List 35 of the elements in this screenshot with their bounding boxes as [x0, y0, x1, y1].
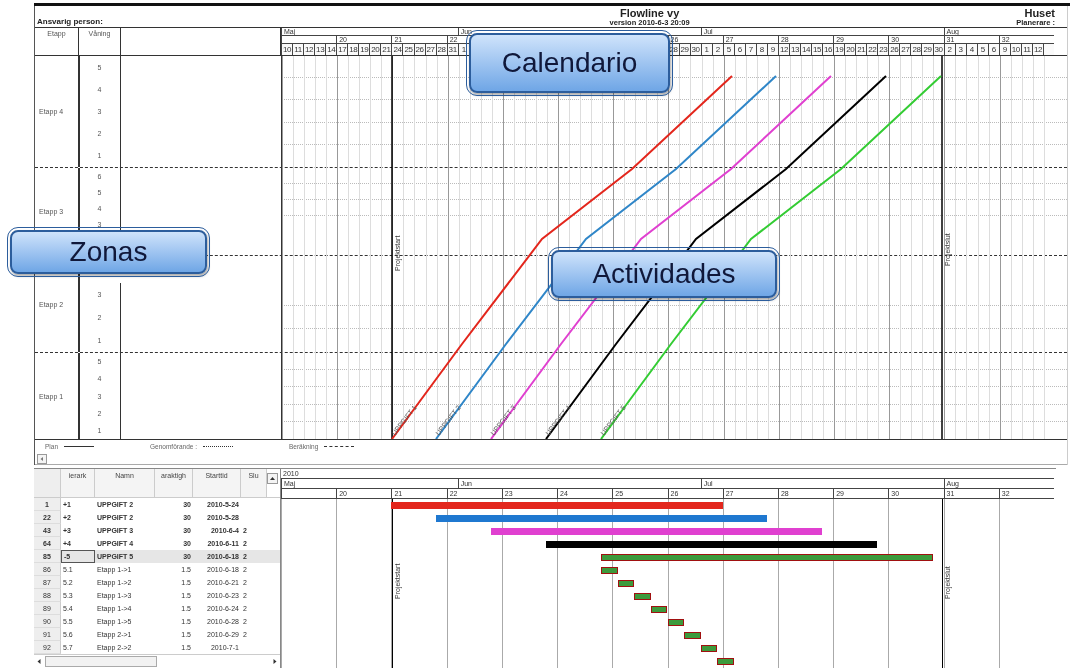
day-cell: 2 [711, 44, 723, 55]
day-cell: 9 [766, 44, 778, 55]
day-cell: 12 [1031, 44, 1043, 55]
day-cell: 6 [987, 44, 999, 55]
view-title: Flowline vy [619, 7, 680, 19]
project-name: Huset [1024, 7, 1055, 19]
day-cell: 30 [932, 44, 944, 55]
day-cell: 7 [744, 44, 756, 55]
day-cell: 29 [678, 44, 690, 55]
responsible-label: Ansvarig person: [37, 17, 104, 26]
day-cell: 11 [1020, 44, 1032, 55]
day-cell: 2 [943, 44, 955, 55]
day-cell: 9 [998, 44, 1010, 55]
callout: Calendario [469, 33, 670, 93]
day-cell: 5 [976, 44, 988, 55]
day-cell: 30 [689, 44, 701, 55]
day-cell: 4 [965, 44, 977, 55]
day-cell: 14 [325, 44, 337, 55]
callout: Actividades [551, 250, 777, 298]
day-cell: 17 [336, 44, 348, 55]
day-cell: 1 [700, 44, 712, 55]
day-cell: 25 [402, 44, 414, 55]
day-cell: 28 [435, 44, 447, 55]
day-cell: 8 [755, 44, 767, 55]
day-cell: 5 [722, 44, 734, 55]
day-cell: 12 [777, 44, 789, 55]
callout: Zonas [10, 230, 207, 274]
day-cell: 31 [446, 44, 458, 55]
day-cell: 3 [954, 44, 966, 55]
day-cell: 6 [733, 44, 745, 55]
day-cell: 29 [921, 44, 933, 55]
day-cell: 27 [424, 44, 436, 55]
day-cell: 10 [1009, 44, 1021, 55]
day-cell: 11 [292, 44, 304, 55]
day-cell: 26 [413, 44, 425, 55]
